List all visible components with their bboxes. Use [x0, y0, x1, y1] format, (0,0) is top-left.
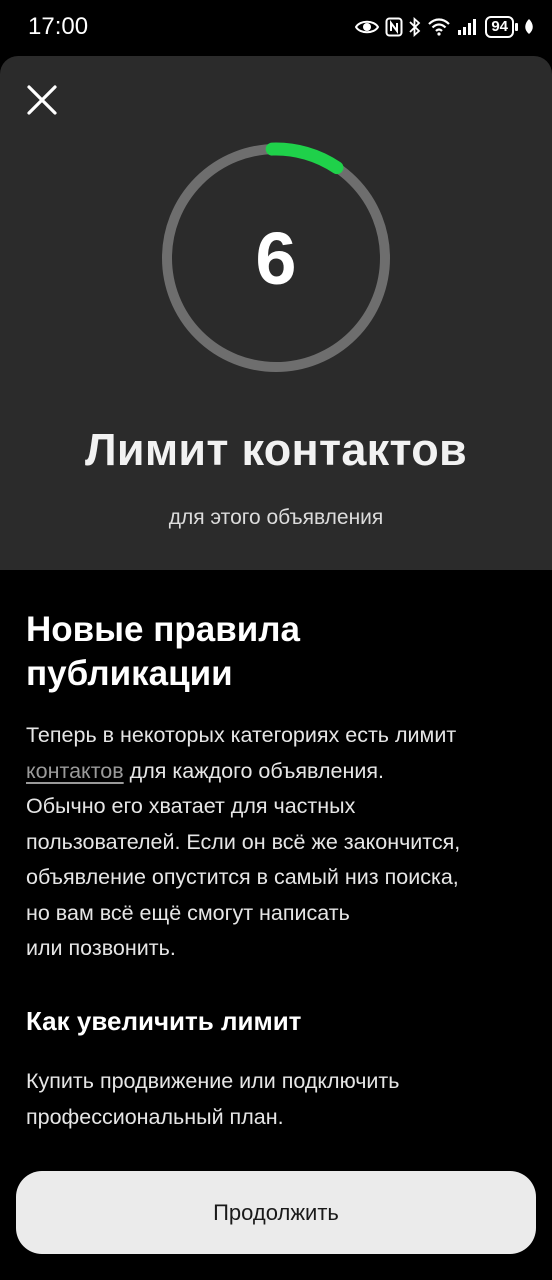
limit-hero: 6 Лимит контактов для этого объявления	[0, 56, 552, 570]
battery-icon: 94	[485, 16, 518, 38]
rules-line: или позвонить.	[26, 936, 176, 960]
increase-text: Купить продвижение или подключить профес…	[26, 1064, 526, 1135]
signal-icon	[458, 19, 477, 35]
increase-title: Как увеличить лимит	[26, 1006, 302, 1036]
rules-line: но вам всё ещё смогут написать	[26, 900, 350, 925]
bluetooth-icon	[409, 17, 421, 37]
increase-line: Купить продвижение или подключить	[26, 1069, 400, 1093]
rules-title-line2: публикации	[26, 654, 233, 693]
rules-line-rest: для каждого объявления.	[123, 758, 384, 783]
rules-line: пользователей. Если он всё же закончится…	[26, 829, 461, 854]
rules-title-line1: Новые правила	[26, 610, 300, 649]
battery-level: 94	[485, 16, 514, 38]
contacts-link[interactable]: контактов	[26, 759, 124, 783]
rules-line: Теперь в некоторых категориях есть лимит	[26, 723, 457, 747]
status-time: 17:00	[28, 13, 89, 40]
status-bar: 17:00 94	[0, 0, 552, 56]
increase-line: профессиональный план.	[26, 1104, 284, 1129]
wifi-icon	[428, 18, 451, 36]
nfc-icon	[385, 17, 403, 37]
limit-subtitle: для этого объявления	[168, 506, 384, 529]
rules-title: Новые правила публикации	[26, 608, 526, 696]
continue-button[interactable]: Продолжить	[16, 1171, 536, 1254]
limit-title: Лимит контактов	[84, 424, 467, 475]
rules-line: контактов для каждого объявления.	[26, 754, 526, 790]
rules-line: объявление опустится в самый низ поиска,	[26, 865, 459, 889]
leaf-icon	[525, 19, 533, 34]
rules-text: Теперь в некоторых категориях есть лимит…	[26, 718, 526, 967]
close-button[interactable]	[22, 80, 62, 120]
rules-line: Обычно его хватает для частных	[26, 794, 356, 818]
close-icon[interactable]	[22, 80, 62, 120]
limit-ring: 6	[158, 140, 394, 376]
limit-count: 6	[255, 216, 297, 300]
status-icons: 94	[355, 14, 534, 40]
eye-icon	[355, 20, 380, 34]
